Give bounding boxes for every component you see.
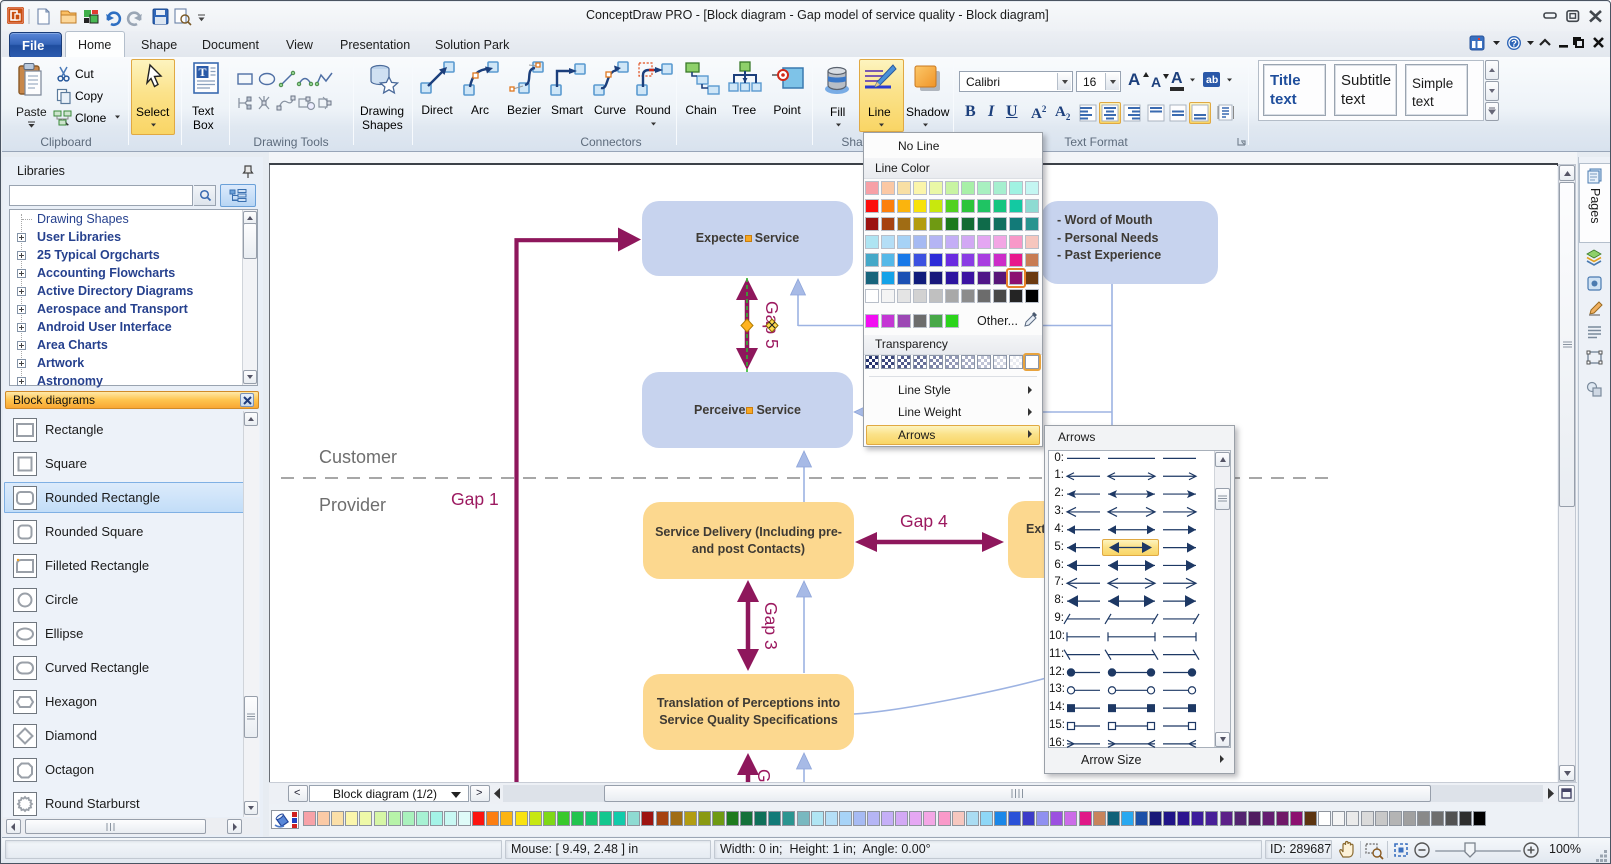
svg-text:?: ?	[1511, 39, 1517, 50]
svg-text:T: T	[198, 65, 206, 79]
